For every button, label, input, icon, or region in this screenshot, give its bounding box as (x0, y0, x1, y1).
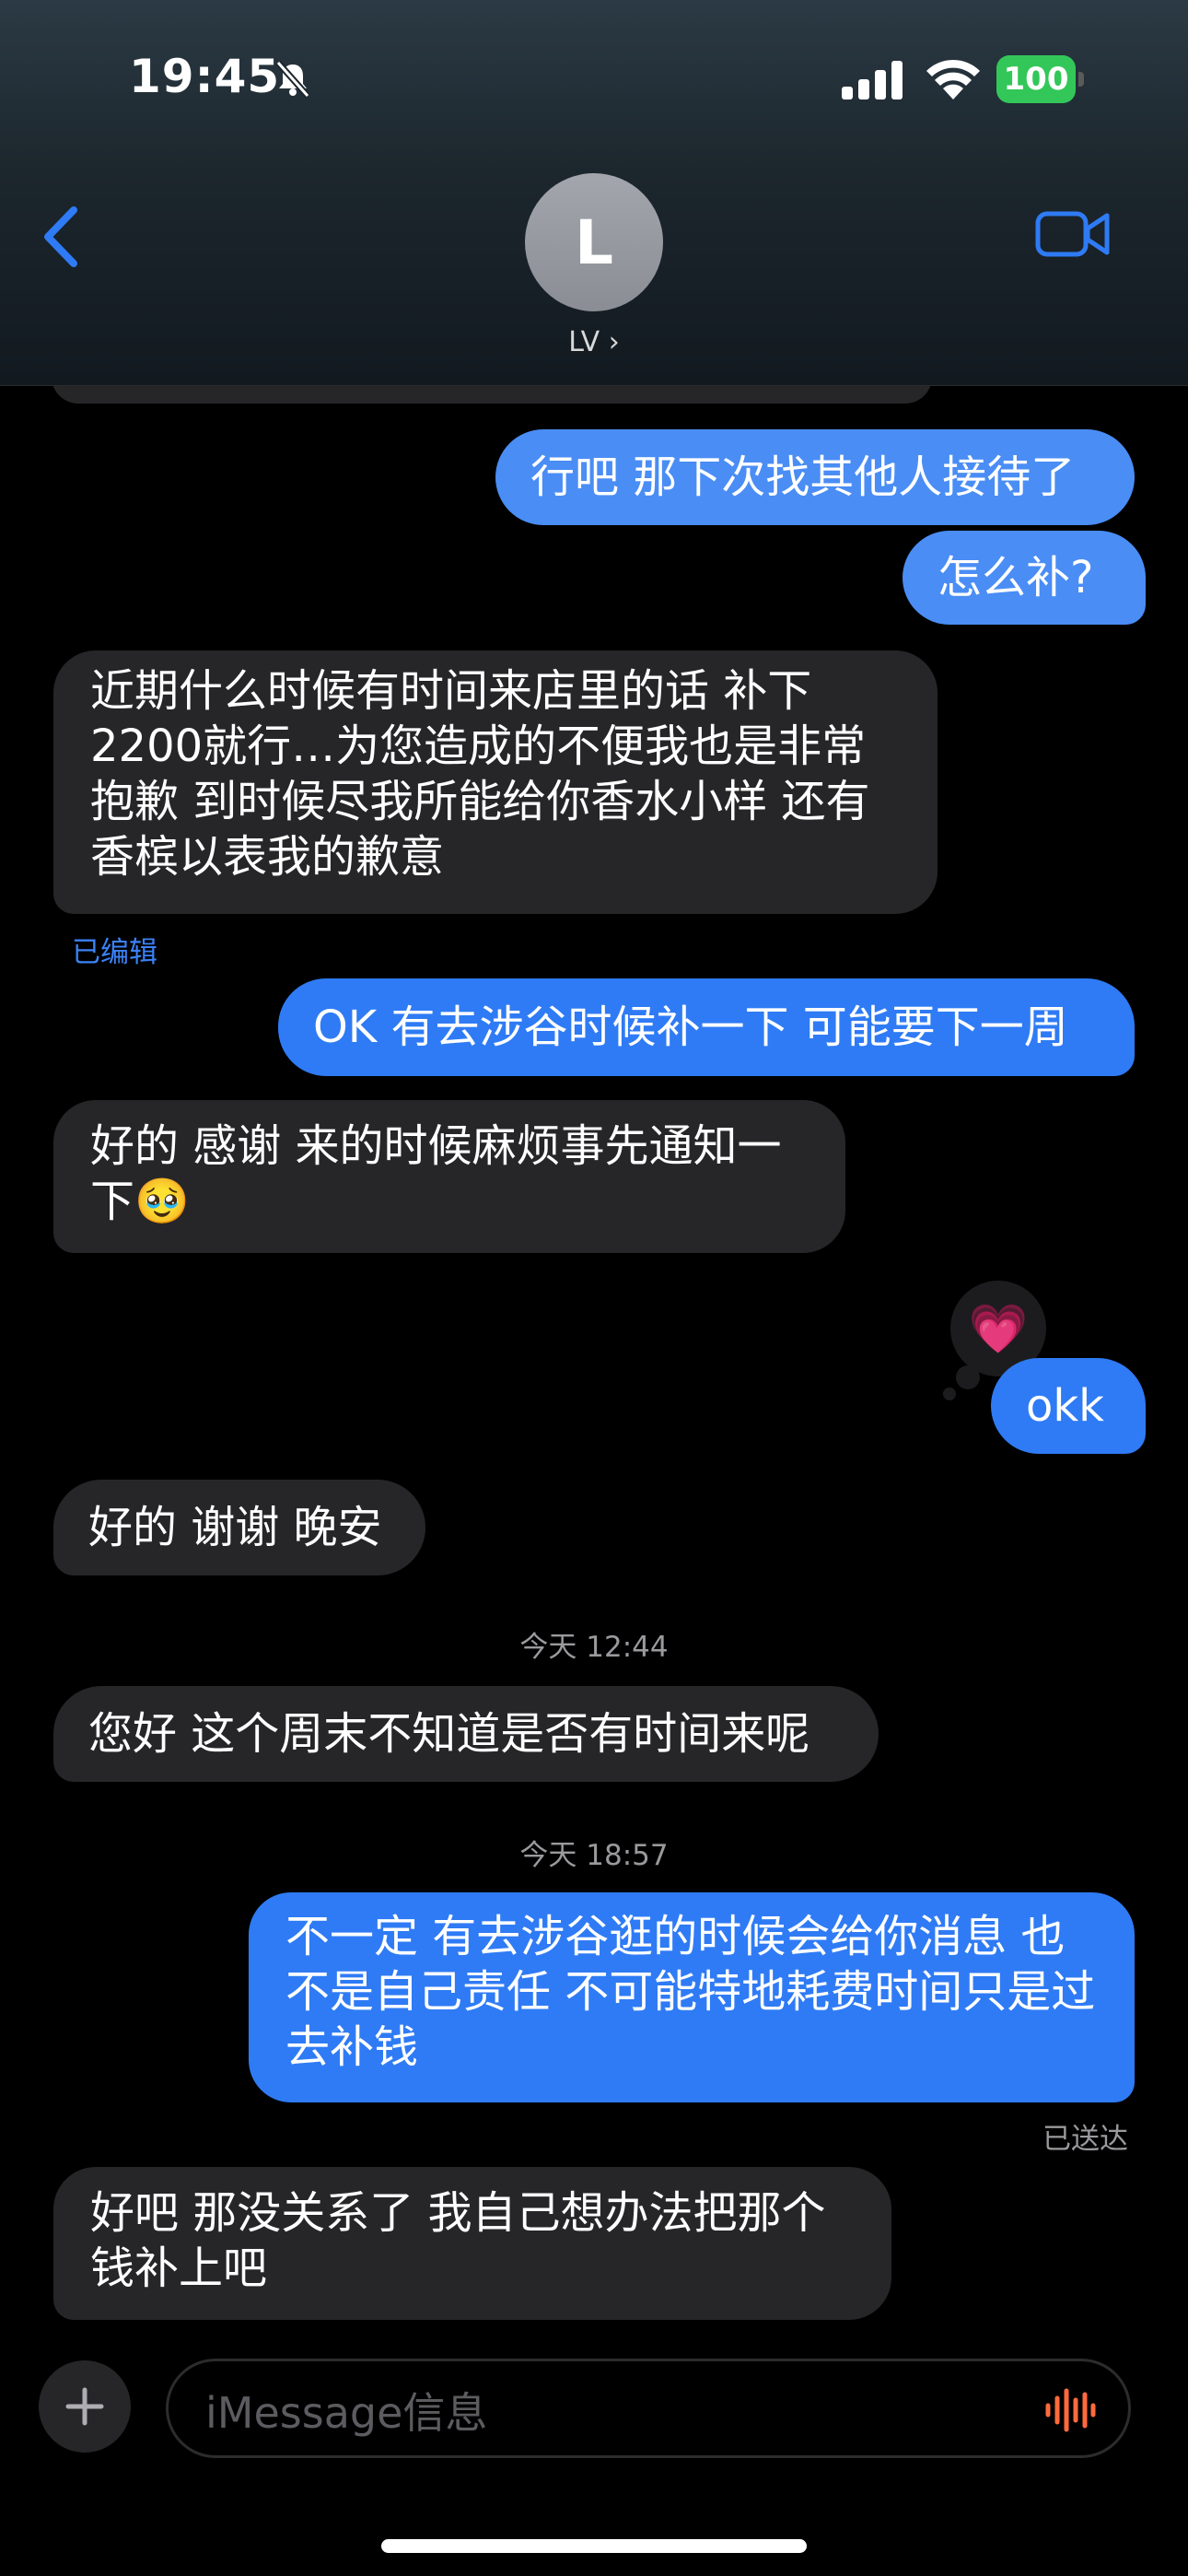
back-chevron-icon[interactable] (41, 205, 81, 269)
battery-indicator: 100 (996, 55, 1085, 103)
message-text: OK 有去涉谷时候补一下 可能要下一周 (313, 1001, 1068, 1053)
message-text: okk (1026, 1380, 1104, 1432)
plus-icon (65, 2387, 104, 2426)
voice-waveform-icon[interactable] (1043, 2387, 1097, 2433)
edited-label[interactable]: 已编辑 (72, 929, 157, 970)
message-input-placeholder: iMessage信息 (205, 2388, 488, 2438)
conversation-header: 19:45 100 L LV › (0, 0, 1188, 386)
message-bubble-incoming[interactable]: 近期什么时候有时间来店里的话 补下 2200就行…为您造成的不便我也是非常抱歉 … (53, 650, 938, 914)
add-attachment-button[interactable] (39, 2360, 131, 2453)
contact-name[interactable]: LV › (0, 326, 1188, 358)
contact-avatar[interactable]: L (525, 173, 663, 311)
battery-tip (1078, 72, 1084, 87)
message-text: 行吧 那下次找其他人接待了 (530, 451, 1076, 503)
message-text: 怎么补? (938, 552, 1094, 603)
message-bubble-incoming[interactable]: 好吧 那没关系了 我自己想办法把那个钱补上吧 (53, 2167, 891, 2320)
message-text: 好吧 那没关系了 我自己想办法把那个钱补上吧 (90, 2187, 826, 2294)
battery-level: 100 (996, 55, 1076, 103)
message-input[interactable]: iMessage信息 (166, 2359, 1131, 2458)
message-text: 好的 感谢 来的时候麻烦事先通知一下🥹 (90, 1120, 782, 1227)
home-indicator[interactable] (381, 2539, 807, 2553)
message-text: 不一定 有去涉谷逛的时候会给你消息 也不是自己责任 不可能特地耗费时间只是过去补… (285, 1911, 1096, 2073)
message-text: 您好 这个周末不知道是否有时间来呢 (88, 1708, 810, 1760)
message-bubble-incoming[interactable]: 好的 谢谢 晚安 (53, 1480, 425, 1575)
message-bubble-outgoing[interactable]: 怎么补? (903, 531, 1146, 625)
wifi-icon (926, 59, 980, 100)
tapback-tail-dot (956, 1365, 980, 1389)
message-bubble-outgoing[interactable]: 行吧 那下次找其他人接待了 (495, 429, 1135, 525)
message-bubble-incoming[interactable]: 好的 感谢 来的时候麻烦事先通知一下🥹 (53, 1100, 845, 1253)
heart-icon: 💗 (968, 1301, 1029, 1357)
message-text: 近期什么时候有时间来店里的话 补下 2200就行…为您造成的不便我也是非常抱歉 … (90, 665, 870, 883)
timestamp: 今天 12:44 (519, 1631, 669, 1664)
message-bubble-incoming[interactable]: 您好 这个周末不知道是否有时间来呢 (53, 1686, 879, 1782)
silent-bell-icon (275, 60, 310, 99)
timestamp: 今天 18:57 (519, 1839, 669, 1872)
video-call-icon[interactable] (1035, 208, 1111, 260)
message-bubble-outgoing[interactable]: 不一定 有去涉谷逛的时候会给你消息 也不是自己责任 不可能特地耗费时间只是过去补… (249, 1892, 1135, 2102)
delivered-label: 已送达 (1042, 2123, 1128, 2156)
tapback-tail-dot-small (943, 1388, 956, 1400)
message-bubble-outgoing[interactable]: okk (991, 1358, 1146, 1454)
message-bubble-outgoing[interactable]: OK 有去涉谷时候补一下 可能要下一周 (278, 978, 1135, 1076)
status-time: 19:45 (129, 50, 281, 103)
message-text: 好的 谢谢 晚安 (88, 1502, 382, 1553)
cellular-signal-icon (842, 61, 903, 100)
